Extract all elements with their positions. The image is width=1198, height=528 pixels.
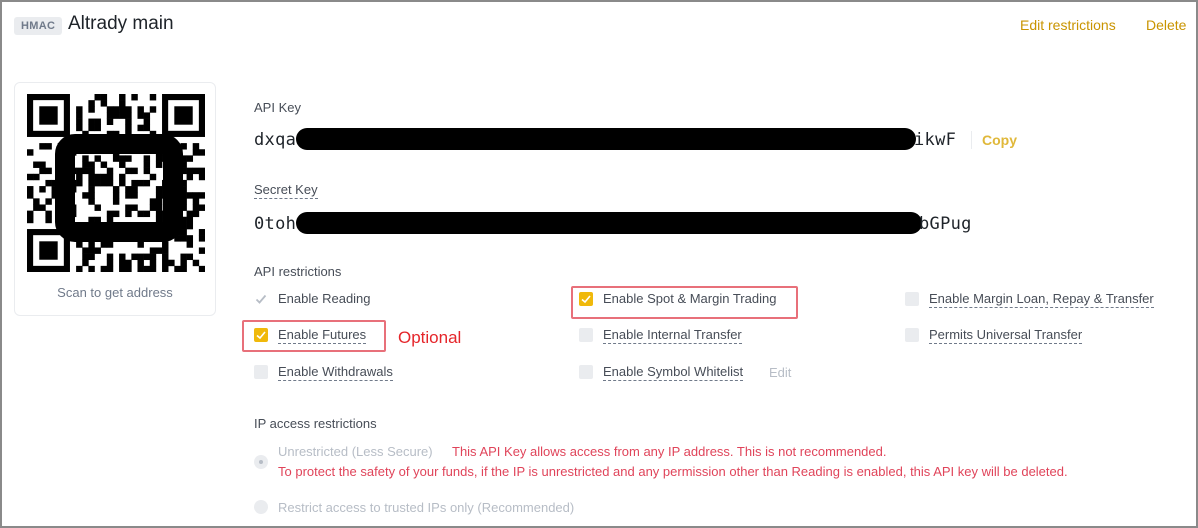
api-key-suffix: ikwF: [914, 130, 957, 150]
api-key-prefix: dxqa: [254, 130, 297, 150]
checkbox-symbol-whitelist[interactable]: [579, 365, 593, 379]
option-enable-withdrawals[interactable]: Enable Withdrawals: [254, 362, 393, 382]
api-restrictions-label: API restrictions: [254, 264, 342, 279]
option-enable-internal-transfer[interactable]: Enable Internal Transfer: [579, 325, 742, 345]
checkbox-universal-transfer[interactable]: [905, 328, 919, 342]
enable-futures-label: Enable Futures: [278, 326, 367, 344]
checkbox-withdrawals[interactable]: [254, 365, 268, 379]
unrestricted-label: Unrestricted (Less Secure): [278, 444, 433, 459]
checkbox-internal-transfer[interactable]: [579, 328, 593, 342]
delete-link[interactable]: Delete: [1146, 17, 1186, 33]
ip-warning-1: This API Key allows access from any IP a…: [452, 444, 887, 459]
check-icon: [581, 295, 591, 304]
edit-restrictions-link[interactable]: Edit restrictions: [1020, 17, 1116, 33]
qr-code: [27, 94, 205, 272]
enable-symbol-whitelist-label: Enable Symbol Whitelist: [603, 363, 744, 381]
radio-unrestricted[interactable]: [254, 455, 268, 469]
optional-annotation: Optional: [398, 328, 462, 347]
enable-withdrawals-label: Enable Withdrawals: [278, 363, 393, 381]
checkbox-futures[interactable]: [254, 328, 268, 342]
enable-margin-loan-label: Enable Margin Loan, Repay & Transfer: [929, 290, 1154, 308]
api-key-title: Altrady main: [68, 13, 174, 34]
qr-caption: Scan to get address: [57, 285, 173, 300]
secret-key-suffix: bGPug: [919, 214, 972, 234]
check-icon: [256, 331, 266, 340]
option-enable-reading[interactable]: Enable Reading: [254, 289, 371, 309]
api-key-label: API Key: [254, 100, 301, 115]
option-enable-spot-margin[interactable]: Enable Spot & Margin Trading: [579, 289, 776, 309]
copy-button[interactable]: Copy: [982, 132, 1017, 148]
secret-key-redaction: [296, 212, 922, 234]
permits-universal-transfer-label: Permits Universal Transfer: [929, 326, 1083, 344]
copy-divider: [971, 131, 972, 149]
hmac-badge: HMAC: [14, 17, 63, 35]
checkbox-reading[interactable]: [254, 292, 268, 306]
option-permits-universal-transfer[interactable]: Permits Universal Transfer: [905, 325, 1083, 345]
option-enable-symbol-whitelist[interactable]: Enable Symbol Whitelist: [579, 362, 744, 382]
checkbox-margin-loan[interactable]: [905, 292, 919, 306]
option-enable-futures[interactable]: Enable Futures: [254, 325, 367, 345]
qr-card: Scan to get address: [14, 82, 216, 316]
enable-spot-margin-label: Enable Spot & Margin Trading: [603, 291, 777, 306]
radio-restricted[interactable]: [254, 500, 268, 514]
restricted-label: Restrict access to trusted IPs only (Rec…: [278, 500, 575, 515]
secret-key-prefix: 0toh: [254, 214, 297, 234]
symbol-whitelist-edit-link[interactable]: Edit: [769, 365, 791, 380]
ip-restrictions-label: IP access restrictions: [254, 416, 377, 431]
checkbox-spot-margin[interactable]: [579, 292, 593, 306]
enable-reading-label: Enable Reading: [278, 291, 371, 306]
ip-warning-2: To protect the safety of your funds, if …: [278, 464, 1068, 479]
check-icon: [255, 294, 267, 304]
option-enable-margin-loan[interactable]: Enable Margin Loan, Repay & Transfer: [905, 289, 1154, 309]
enable-internal-transfer-label: Enable Internal Transfer: [603, 326, 742, 344]
api-key-redaction: [296, 128, 916, 150]
secret-key-label: Secret Key: [254, 182, 318, 199]
